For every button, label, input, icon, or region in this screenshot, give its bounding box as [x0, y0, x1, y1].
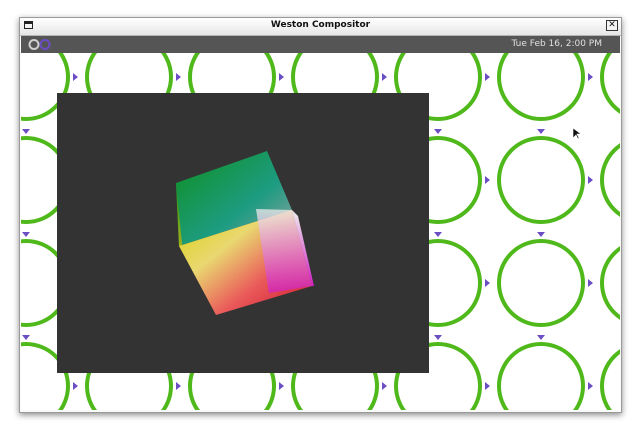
rotating-cube [176, 151, 314, 315]
compositor-desktop: Tue Feb 16, 2:00 PM [21, 36, 620, 410]
launcher-icon[interactable] [28, 38, 52, 51]
panel-clock: Tue Feb 16, 2:00 PM [511, 39, 602, 49]
top-panel: Tue Feb 16, 2:00 PM [21, 36, 620, 53]
title-bar[interactable]: Weston Compositor ✕ [20, 18, 621, 36]
cursor-icon [573, 128, 581, 140]
close-icon[interactable]: ✕ [606, 20, 618, 31]
weston-window: Weston Compositor ✕ Tue Feb 16, 2:00 PM [19, 17, 622, 413]
simple-egl-surface[interactable] [57, 93, 429, 373]
window-title: Weston Compositor [270, 20, 371, 30]
